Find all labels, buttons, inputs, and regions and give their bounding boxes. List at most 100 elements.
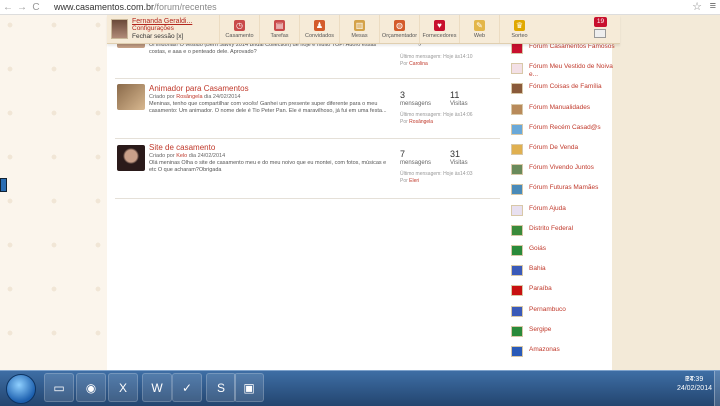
nav-icon: ♛ bbox=[514, 19, 525, 31]
forum-flag-icon bbox=[511, 103, 523, 115]
nav-icon: ▥ bbox=[354, 19, 365, 31]
forum-flag-icon bbox=[511, 265, 523, 277]
nav-item-mesas[interactable]: ▥ Mesas bbox=[339, 15, 379, 43]
sidebar-forum-link[interactable]: Pernambuco bbox=[511, 305, 616, 317]
topic-row[interactable]: Oi lindonas! O vestido (Bern Savvy 2014 … bbox=[115, 34, 500, 70]
nav-label: Orçamentador bbox=[381, 32, 418, 39]
nav-item-tarefas[interactable]: ▤ Tarefas bbox=[259, 15, 299, 43]
forum-label: Paraíba bbox=[529, 285, 552, 293]
forum-flag-icon bbox=[511, 123, 523, 135]
notification-badge[interactable]: 19 bbox=[594, 17, 607, 27]
bookmark-star-icon[interactable]: ☆ bbox=[692, 0, 702, 13]
nav-label: Mesas bbox=[351, 32, 368, 39]
forum-label: Sergipe bbox=[529, 325, 552, 333]
reload-icon[interactable]: C bbox=[30, 1, 42, 13]
taskbar-app-icon[interactable]: ▣ bbox=[234, 373, 264, 402]
profile-name[interactable]: Fernanda Geraldi... bbox=[132, 18, 192, 26]
sidebar-forum-link[interactable]: Fórum Casamentos Famosos bbox=[511, 43, 616, 54]
sidebar-forum-link[interactable]: Fórum Recém Casad@s bbox=[511, 123, 616, 135]
sidebar-forum-link[interactable]: Fórum Ajuda bbox=[511, 204, 616, 216]
nav-item-or-amentador[interactable]: ◍ Orçamentador bbox=[379, 15, 419, 43]
forum-label: Fórum Meu Vestido de Noiva e... bbox=[529, 63, 613, 78]
forum-label: Distrito Federal bbox=[529, 224, 574, 232]
forward-icon[interactable]: → bbox=[16, 1, 28, 13]
sidebar-forum-link[interactable]: Fórum De Venda bbox=[511, 144, 616, 155]
nav-icon: ♟ bbox=[314, 19, 325, 31]
forum-label: Amazonas bbox=[529, 346, 560, 353]
browser-menu-icon[interactable]: ≡ bbox=[710, 0, 716, 12]
nav-item-web[interactable]: ✎ Web bbox=[459, 15, 499, 43]
last-user-link[interactable]: Eleri bbox=[409, 178, 419, 184]
top-nav: Fernanda Geraldi... Configurações Fechar… bbox=[107, 15, 620, 44]
sidebar-forum-link[interactable]: Amazonas bbox=[511, 346, 616, 357]
address-bar[interactable]: www.casamentos.com.br/forum/recentes bbox=[54, 1, 217, 13]
visits-label: Visitas bbox=[450, 101, 468, 107]
topic-title[interactable]: Animador para Casamentos bbox=[149, 84, 249, 93]
sidebar-forum-link[interactable]: Distrito Federal bbox=[511, 224, 616, 236]
forum-flag-icon bbox=[511, 43, 523, 54]
created-by-label: Criado por bbox=[149, 153, 175, 159]
author-link[interactable]: Rosângela bbox=[176, 94, 202, 100]
nav-label: Casamento bbox=[225, 32, 254, 39]
sidebar-forum-link[interactable]: Paraíba bbox=[511, 285, 616, 297]
topic-row[interactable]: Site de casamento Criado por Kelo dia 24… bbox=[115, 143, 500, 193]
sidebar-forum-link[interactable]: Goiás bbox=[511, 245, 616, 256]
forum-flag-icon bbox=[511, 224, 523, 236]
topic-row[interactable]: Animador para Casamentos Criado por Rosâ… bbox=[115, 84, 500, 134]
taskbar-app-icon[interactable]: X bbox=[108, 373, 138, 402]
topic-thumbnail bbox=[117, 145, 145, 171]
forum-label: Fórum Manualidades bbox=[529, 103, 591, 111]
sidebar-forum-link[interactable]: Fórum Manualidades bbox=[511, 103, 616, 115]
logout-link[interactable]: Fechar sessão [x] bbox=[132, 33, 192, 41]
taskbar-app-icon[interactable]: S bbox=[206, 373, 236, 402]
url-host: www.casamentos.com.br bbox=[54, 2, 155, 12]
sidebar-forum-link[interactable]: Fórum Futuras Mamães bbox=[511, 184, 616, 196]
taskbar-app-icon[interactable]: ✓ bbox=[172, 373, 202, 402]
profile-box[interactable]: Fernanda Geraldi... Configurações Fechar… bbox=[107, 15, 219, 43]
message-count: 7 bbox=[400, 149, 406, 159]
messages-label: mensagens bbox=[400, 101, 432, 107]
avatar[interactable] bbox=[111, 19, 128, 39]
messages-icon[interactable] bbox=[594, 29, 606, 38]
nav-label: Fornecedores bbox=[422, 32, 457, 39]
sidebar-forum-link[interactable]: Fórum Coisas de Família bbox=[511, 83, 616, 95]
url-path: /forum/recentes bbox=[154, 2, 217, 12]
taskbar-app-icon[interactable]: W bbox=[142, 373, 172, 402]
taskbar-app-icon[interactable]: ▭ bbox=[44, 373, 74, 402]
messages-label: mensagens bbox=[400, 160, 432, 166]
nav-item-convidados[interactable]: ♟ Convidados bbox=[299, 15, 339, 43]
forum-label: Fórum Recém Casad@s bbox=[529, 123, 601, 131]
topic-date: dia 24/02/2014 bbox=[204, 94, 241, 100]
nav-icon: ♥ bbox=[434, 19, 445, 31]
sidebar-forum-link[interactable]: Sergipe bbox=[511, 325, 616, 337]
forum-flag-icon bbox=[511, 325, 523, 337]
settings-link[interactable]: Configurações bbox=[132, 25, 192, 33]
system-clock[interactable]: 14:39 24/02/2014 bbox=[677, 375, 712, 393]
forum-label: Fórum De Venda bbox=[529, 144, 579, 151]
forum-flag-icon bbox=[511, 184, 523, 196]
author-link[interactable]: Kelo bbox=[176, 153, 187, 159]
nav-item-fornecedores[interactable]: ♥ Fornecedores bbox=[419, 15, 459, 43]
start-button[interactable] bbox=[6, 374, 36, 404]
nav-icon: ✎ bbox=[474, 19, 485, 31]
nav-label: Web bbox=[473, 32, 486, 39]
sidebar-forum-link[interactable]: Fórum Vivendo Juntos bbox=[511, 164, 616, 176]
taskbar-app-icon[interactable]: ◉ bbox=[76, 373, 106, 402]
sidebar-forum-link[interactable]: Bahia bbox=[511, 265, 616, 277]
by-label: Por bbox=[400, 61, 408, 67]
sidebar-forum-link[interactable]: Fórum Meu Vestido de Noiva e... bbox=[511, 63, 616, 78]
back-icon[interactable]: ← bbox=[2, 1, 14, 13]
nav-item-casamento[interactable]: ◷ Casamento bbox=[219, 15, 259, 43]
last-message: Último mensagem: Hoje às14:03 bbox=[400, 171, 473, 177]
nav-item-sorteo[interactable]: ♛ Sorteo bbox=[499, 15, 539, 43]
clock-date: 24/02/2014 bbox=[676, 385, 712, 392]
forum-flag-icon bbox=[511, 285, 523, 297]
last-user-link[interactable]: Rosângela bbox=[409, 119, 433, 125]
forum-flag-icon bbox=[511, 83, 523, 95]
visit-count: 31 bbox=[450, 149, 461, 159]
divider bbox=[115, 198, 500, 199]
topic-title[interactable]: Site de casamento bbox=[149, 143, 215, 152]
forum-flag-icon bbox=[511, 164, 523, 176]
last-user-link[interactable]: Carolina bbox=[409, 61, 428, 67]
show-desktop-button[interactable] bbox=[714, 371, 720, 406]
